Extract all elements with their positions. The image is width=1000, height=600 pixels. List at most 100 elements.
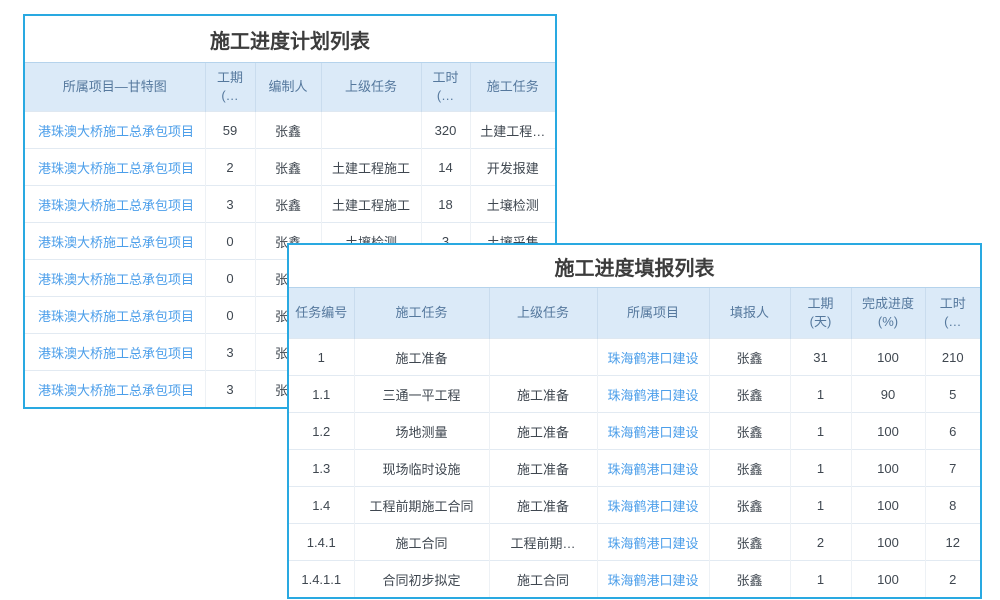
cell-author: 张鑫 [255, 186, 321, 223]
cell-task_no: 1.4.1.1 [289, 561, 354, 598]
cell-duration: 3 [205, 371, 255, 408]
cell-parent_task: 工程前期… [489, 524, 597, 561]
table-row: 港珠澳大桥施工总承包项目59张鑫320土建工程… [25, 112, 555, 149]
project-link[interactable]: 珠海鹤港口建设 [597, 376, 709, 413]
cell-reporter: 张鑫 [709, 561, 790, 598]
cell-task: 土建工程… [470, 112, 555, 149]
project-link[interactable]: 港珠澳大桥施工总承包项目 [25, 223, 205, 260]
project-link[interactable]: 港珠澳大桥施工总承包项目 [25, 260, 205, 297]
cell-duration: 1 [790, 376, 851, 413]
col-header-project: 所属项目 [597, 288, 709, 339]
cell-reporter: 张鑫 [709, 376, 790, 413]
cell-task: 现场临时设施 [354, 450, 489, 487]
plan-table-title: 施工进度计划列表 [25, 16, 555, 62]
cell-parent_task: 土建工程施工 [321, 149, 421, 186]
project-link[interactable]: 珠海鹤港口建设 [597, 487, 709, 524]
table-row: 1施工准备 珠海鹤港口建设张鑫31100210 [289, 339, 980, 376]
table-row: 1.4工程前期施工合同施工准备珠海鹤港口建设张鑫11008 [289, 487, 980, 524]
col-header-task-no: 任务编号 [289, 288, 354, 339]
col-header-hours: 工时 (… [421, 63, 470, 112]
cell-task_no: 1 [289, 339, 354, 376]
cell-task: 施工准备 [354, 339, 489, 376]
cell-task: 三通一平工程 [354, 376, 489, 413]
col-header-task: 施工任务 [470, 63, 555, 112]
cell-task_no: 1.4.1 [289, 524, 354, 561]
cell-hours: 6 [925, 413, 980, 450]
col-header-reporter: 填报人 [709, 288, 790, 339]
report-table-body: 1施工准备珠海鹤港口建设张鑫311002101.1三通一平工程施工准备珠海鹤港口… [289, 339, 980, 598]
cell-author: 张鑫 [255, 112, 321, 149]
col-header-author: 编制人 [255, 63, 321, 112]
table-row: 1.1三通一平工程施工准备珠海鹤港口建设张鑫1905 [289, 376, 980, 413]
cell-hours: 8 [925, 487, 980, 524]
cell-parent_task [321, 112, 421, 149]
cell-hours: 7 [925, 450, 980, 487]
cell-progress: 100 [851, 561, 925, 598]
cell-task: 开发报建 [470, 149, 555, 186]
col-header-duration-days: 工期 (天) [790, 288, 851, 339]
project-link[interactable]: 港珠澳大桥施工总承包项目 [25, 186, 205, 223]
cell-reporter: 张鑫 [709, 524, 790, 561]
cell-task_no: 1.4 [289, 487, 354, 524]
cell-progress: 100 [851, 450, 925, 487]
project-link[interactable]: 珠海鹤港口建设 [597, 561, 709, 598]
project-link[interactable]: 港珠澳大桥施工总承包项目 [25, 297, 205, 334]
cell-task_no: 1.3 [289, 450, 354, 487]
cell-duration: 3 [205, 186, 255, 223]
table-row: 1.4.1施工合同工程前期…珠海鹤港口建设张鑫210012 [289, 524, 980, 561]
col-header-task: 施工任务 [354, 288, 489, 339]
cell-duration: 0 [205, 297, 255, 334]
cell-parent_task: 土建工程施工 [321, 186, 421, 223]
cell-progress: 100 [851, 524, 925, 561]
report-table-title: 施工进度填报列表 [289, 245, 980, 287]
table-row: 1.2场地测量施工准备珠海鹤港口建设张鑫11006 [289, 413, 980, 450]
project-link[interactable]: 珠海鹤港口建设 [597, 339, 709, 376]
report-table: 任务编号 施工任务 上级任务 所属项目 填报人 工期 (天) 完成进度 (%) … [289, 287, 980, 597]
table-row: 1.4.1.1合同初步拟定施工合同珠海鹤港口建设张鑫11002 [289, 561, 980, 598]
cell-progress: 100 [851, 339, 925, 376]
cell-duration: 0 [205, 260, 255, 297]
col-header-progress-pct: 完成进度 (%) [851, 288, 925, 339]
cell-reporter: 张鑫 [709, 339, 790, 376]
cell-hours: 18 [421, 186, 470, 223]
cell-duration: 3 [205, 334, 255, 371]
cell-hours: 210 [925, 339, 980, 376]
col-header-duration: 工期 (… [205, 63, 255, 112]
cell-parent_task: 施工合同 [489, 561, 597, 598]
cell-task_no: 1.1 [289, 376, 354, 413]
project-link[interactable]: 港珠澳大桥施工总承包项目 [25, 149, 205, 186]
cell-duration: 1 [790, 561, 851, 598]
cell-parent_task [489, 339, 597, 376]
cell-duration: 31 [790, 339, 851, 376]
cell-duration: 2 [790, 524, 851, 561]
project-link[interactable]: 珠海鹤港口建设 [597, 524, 709, 561]
project-link[interactable]: 港珠澳大桥施工总承包项目 [25, 371, 205, 408]
cell-hours: 12 [925, 524, 980, 561]
project-link[interactable]: 珠海鹤港口建设 [597, 413, 709, 450]
cell-reporter: 张鑫 [709, 487, 790, 524]
cell-parent_task: 施工准备 [489, 450, 597, 487]
report-header-row: 任务编号 施工任务 上级任务 所属项目 填报人 工期 (天) 完成进度 (%) … [289, 288, 980, 339]
cell-parent_task: 施工准备 [489, 376, 597, 413]
cell-progress: 100 [851, 413, 925, 450]
cell-task: 施工合同 [354, 524, 489, 561]
col-header-hours: 工时 (… [925, 288, 980, 339]
cell-reporter: 张鑫 [709, 413, 790, 450]
cell-duration: 0 [205, 223, 255, 260]
col-header-parent-task: 上级任务 [321, 63, 421, 112]
cell-hours: 2 [925, 561, 980, 598]
plan-header-row: 所属项目—甘特图 工期 (… 编制人 上级任务 工时 (… 施工任务 [25, 63, 555, 112]
cell-duration: 1 [790, 450, 851, 487]
project-link[interactable]: 港珠澳大桥施工总承包项目 [25, 112, 205, 149]
cell-duration: 2 [205, 149, 255, 186]
project-link[interactable]: 珠海鹤港口建设 [597, 450, 709, 487]
cell-progress: 90 [851, 376, 925, 413]
cell-progress: 100 [851, 487, 925, 524]
cell-hours: 320 [421, 112, 470, 149]
cell-parent_task: 施工准备 [489, 487, 597, 524]
cell-task_no: 1.2 [289, 413, 354, 450]
project-link[interactable]: 港珠澳大桥施工总承包项目 [25, 334, 205, 371]
cell-duration: 1 [790, 487, 851, 524]
cell-task: 土壤检测 [470, 186, 555, 223]
cell-task: 工程前期施工合同 [354, 487, 489, 524]
